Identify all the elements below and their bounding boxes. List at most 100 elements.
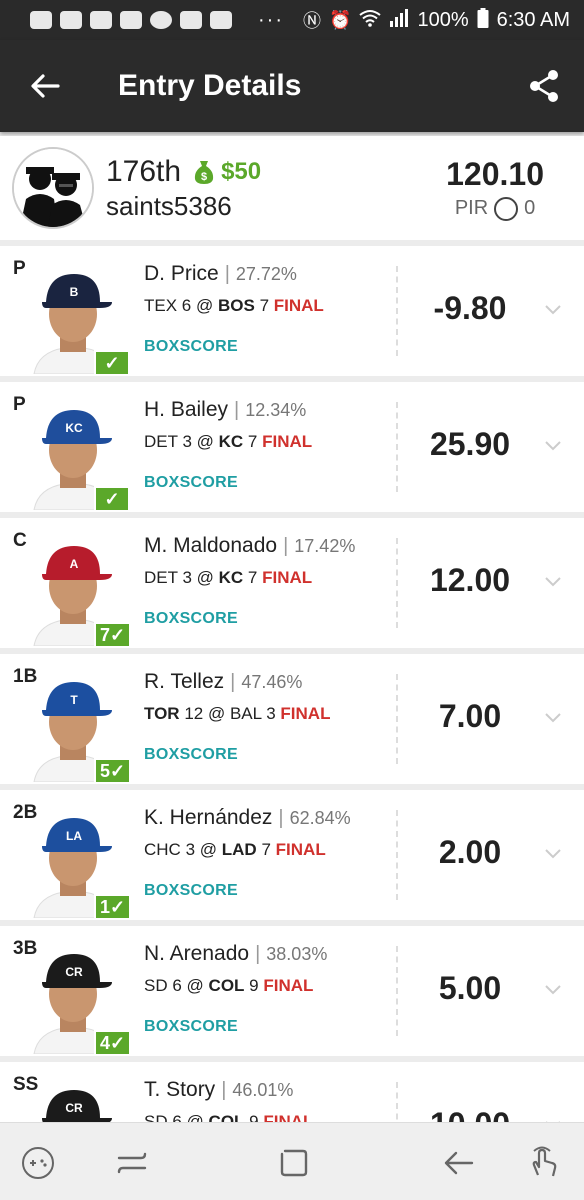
team-logo: LA	[66, 829, 82, 843]
chevron-down-icon[interactable]	[544, 572, 562, 590]
pir-circle-icon	[494, 196, 519, 221]
home-team: COL	[208, 976, 245, 995]
game-status: FINAL	[262, 568, 313, 587]
player-points: 2.00	[438, 834, 502, 870]
back-button[interactable]	[0, 40, 90, 132]
separator: |	[234, 399, 240, 421]
chevron-down-icon[interactable]	[544, 436, 562, 454]
player-info: R. Tellez | 47.46% TOR 12 @ BAL 3 FINAL BOXS…	[144, 670, 392, 764]
recents-button[interactable]	[112, 1143, 152, 1183]
player-points: -9.80	[433, 290, 507, 326]
game-score: DET 3 @ KC 7 FINAL	[144, 568, 313, 587]
home-score: 3	[266, 704, 276, 723]
player-row[interactable]: P B ✓ D. Price | 27.72% TEX 6 @ BOS 7 FINAL BOX…	[0, 246, 584, 376]
boxscore-link[interactable]: BOXSCORE	[144, 1018, 392, 1036]
wifi-icon	[359, 9, 382, 32]
batting-order: 7	[100, 624, 111, 645]
player-name[interactable]: N. Arenado	[144, 942, 249, 966]
away-team: CHC	[144, 840, 181, 859]
separator: |	[283, 535, 289, 557]
home-team: BOS	[217, 296, 255, 315]
player-row[interactable]: 2B LA 1 ✓ K. Hernández | 62.84% CHC 3 @ LAD 7 F…	[0, 790, 584, 920]
touch-gesture-button[interactable]	[524, 1143, 564, 1183]
chevron-down-icon[interactable]	[544, 708, 562, 726]
notification-icons: ···	[30, 9, 284, 32]
check-icon: ✓	[104, 488, 120, 509]
avatar	[12, 147, 94, 229]
divider	[396, 674, 398, 764]
home-team: KC	[218, 568, 244, 587]
back-nav-icon	[444, 1151, 474, 1175]
away-score: 12	[184, 704, 204, 723]
pir-label: PIR	[454, 197, 489, 219]
signal-icon	[389, 8, 409, 32]
away-team: SD	[144, 976, 168, 995]
divider	[396, 402, 398, 492]
back-nav-button[interactable]	[438, 1143, 478, 1183]
more-notifications-icon: ···	[258, 8, 284, 31]
alarm-icon: ⏰	[329, 9, 352, 30]
share-button[interactable]	[504, 40, 584, 132]
check-icon: ✓	[110, 760, 126, 781]
discord-icon	[60, 11, 82, 29]
game-status: FINAL	[263, 976, 314, 995]
away-score: 6	[181, 296, 192, 315]
player-info: D. Price | 27.72% TEX 6 @ BOS 7 FINAL BOXSCO…	[144, 262, 392, 356]
away-team: TOR	[144, 704, 180, 723]
separator: |	[230, 671, 236, 693]
check-icon: ✓	[110, 896, 126, 917]
separator: |	[255, 943, 261, 965]
home-score: 7	[247, 568, 258, 587]
home-button[interactable]	[274, 1143, 314, 1183]
game-launcher-button[interactable]	[18, 1143, 58, 1183]
chevron-down-icon[interactable]	[544, 300, 562, 318]
separator: |	[224, 263, 230, 285]
team-logo: T	[70, 693, 78, 707]
ownership-percent: 12.34%	[245, 400, 307, 420]
player-info: M. Maldonado | 17.42% DET 3 @ KC 7 FINAL BOX…	[144, 534, 392, 628]
player-row[interactable]: 1B T 5 ✓ R. Tellez | 47.46% TOR 12 @ BAL 3 FINA…	[0, 654, 584, 784]
boxscore-link[interactable]: BOXSCORE	[144, 338, 392, 356]
team-logo: B	[70, 285, 79, 299]
batting-order: 4	[100, 1032, 111, 1053]
status-bar: ··· Ⓝ ⏰ 100% 6:30 AM	[0, 0, 584, 40]
back-arrow-icon	[31, 74, 60, 98]
app-icon	[150, 11, 172, 29]
home-team: LAD	[221, 840, 257, 859]
batting-order: 5	[100, 760, 111, 781]
team-logo: A	[70, 557, 79, 571]
away-score: 3	[182, 432, 192, 451]
player-points: 5.00	[438, 970, 502, 1006]
player-name[interactable]: T. Story	[144, 1078, 215, 1102]
check-icon: ✓	[110, 1032, 126, 1053]
lineup-check-badge: 7 ✓	[94, 622, 132, 648]
boxscore-link[interactable]: BOXSCORE	[144, 610, 392, 628]
player-name[interactable]: M. Maldonado	[144, 534, 277, 558]
chevron-down-icon[interactable]	[544, 844, 562, 862]
game-score: TEX 6 @ BOS 7 FINAL	[144, 296, 324, 315]
player-name[interactable]: H. Bailey	[144, 398, 228, 422]
player-row[interactable]: P KC ✓ H. Bailey | 12.34% DET 3 @ KC 7 FINAL BO…	[0, 382, 584, 512]
boxscore-link[interactable]: BOXSCORE	[144, 474, 392, 492]
svg-text:$: $	[201, 171, 207, 183]
ownership-percent: 38.03%	[266, 944, 328, 964]
email-icon	[180, 11, 202, 29]
team-logo: KC	[65, 421, 83, 435]
chevron-down-icon[interactable]	[544, 980, 562, 998]
player-row[interactable]: C A 7 ✓ M. Maldonado | 17.42% DET 3 @ KC 7 FINA…	[0, 518, 584, 648]
home-team: BAL	[229, 704, 262, 723]
player-points: 25.90	[429, 426, 511, 462]
game-score: TOR 12 @ BAL 3 FINAL	[144, 704, 331, 723]
away-team: TEX	[144, 296, 178, 315]
game-score: SD 6 @ COL 9 FINAL	[144, 976, 314, 995]
divider	[396, 810, 398, 900]
player-name[interactable]: R. Tellez	[144, 670, 224, 694]
boxscore-link[interactable]: BOXSCORE	[144, 746, 392, 764]
lineup-check-badge: ✓	[94, 486, 130, 512]
player-name[interactable]: K. Hernández	[144, 806, 272, 830]
player-row[interactable]: 3B CR 4 ✓ N. Arenado | 38.03% SD 6 @ COL 9 FINA…	[0, 926, 584, 1056]
away-team: DET	[144, 568, 178, 587]
boxscore-link[interactable]: BOXSCORE	[144, 882, 392, 900]
discord-icon	[120, 11, 142, 29]
player-name[interactable]: D. Price	[144, 262, 219, 286]
